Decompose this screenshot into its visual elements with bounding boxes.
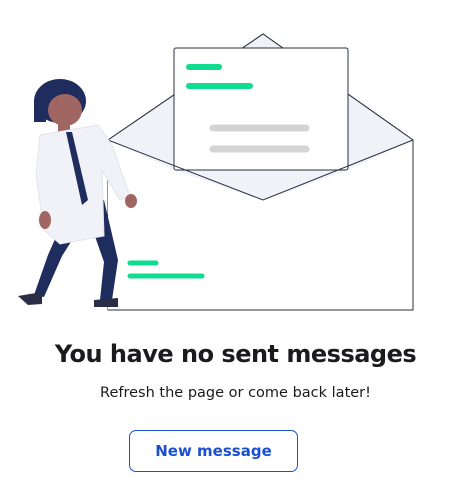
envelope-illustration — [18, 33, 414, 311]
letter-paper — [173, 47, 349, 171]
empty-state-heading: You have no sent messages — [54, 340, 417, 368]
empty-state-subtext: Refresh the page or come back later! — [100, 385, 371, 401]
new-message-button[interactable]: New message — [129, 430, 298, 472]
